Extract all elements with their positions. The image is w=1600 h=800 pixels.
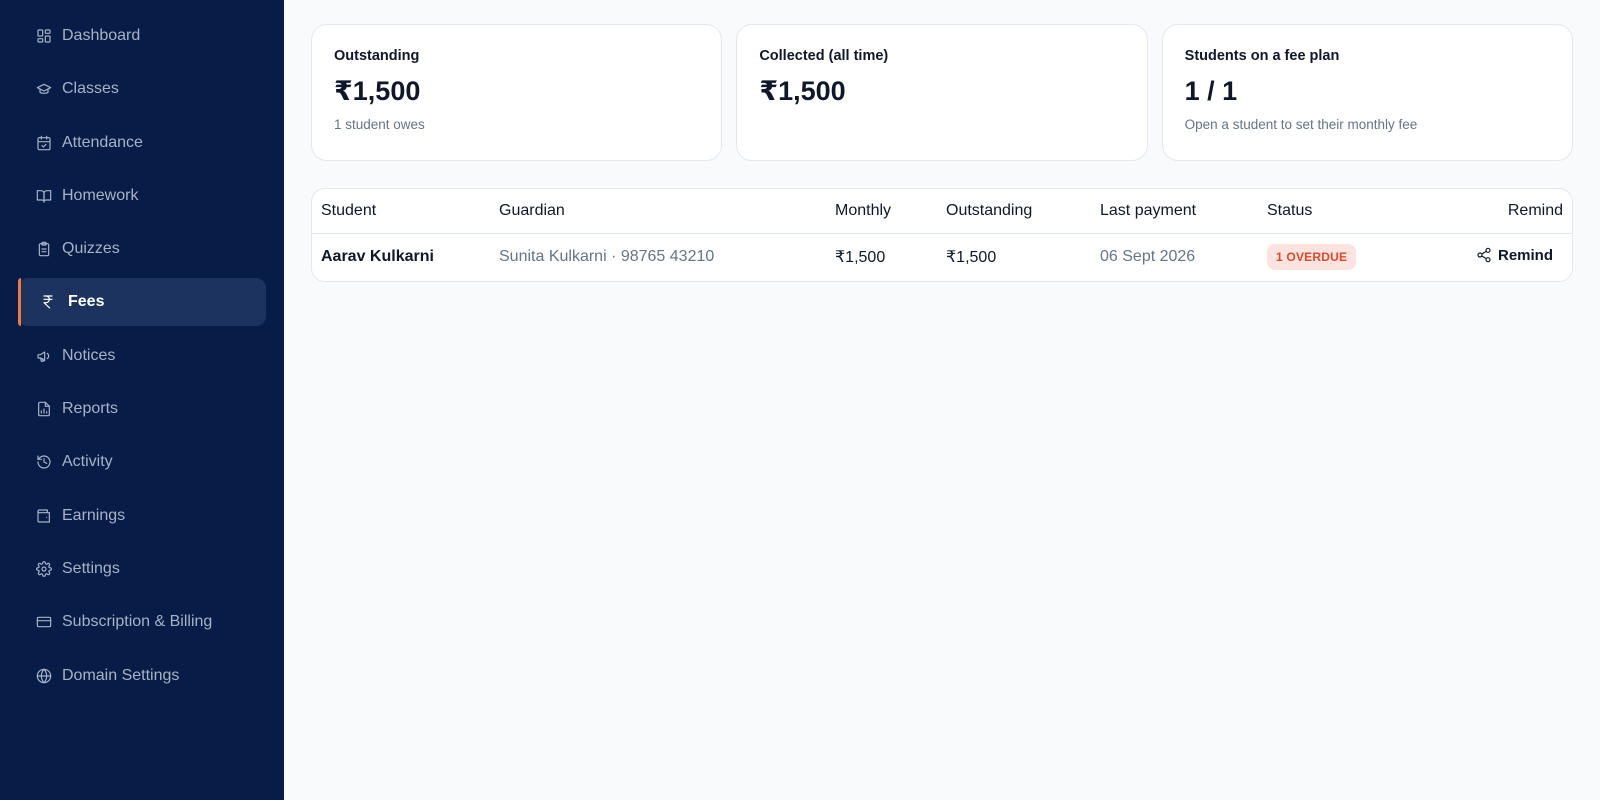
column-header-outstanding: Outstanding [937,189,1091,234]
gear-icon [36,561,52,577]
fee-plan-card: Students on a fee plan 1 / 1 Open a stud… [1161,24,1573,161]
sidebar-item-dashboard[interactable]: Dashboard [18,12,266,60]
credit-card-icon [36,614,52,630]
sidebar-item-label: Dashboard [62,27,141,44]
summary-cards: Outstanding ₹1,500 1 student owes Collec… [311,24,1573,161]
sidebar-item-attendance[interactable]: Attendance [18,119,266,167]
column-header-remind: Remind [1416,189,1572,234]
sidebar-item-settings[interactable]: Settings [18,545,266,593]
monthly-fee: ₹1,500 [835,249,886,267]
sidebar-item-label: Quizzes [62,240,120,258]
card-label: Outstanding [334,48,420,64]
calendar-check-icon [36,135,52,151]
dashboard-icon [36,28,52,44]
fees-table: Student Guardian Monthly Outstanding Las… [312,189,1572,281]
column-header-monthly: Monthly [826,189,937,234]
book-open-icon [36,188,52,204]
wallet-icon [36,508,52,524]
sidebar-item-domain-settings[interactable]: Domain Settings [18,652,266,700]
clipboard-icon [36,241,52,257]
card-label: Students on a fee plan [1184,48,1340,64]
card-value: ₹1,500 [334,76,421,106]
sidebar-item-label: Notices [62,346,116,364]
sidebar-item-homework[interactable]: Homework [18,172,266,220]
sidebar-item-label: Attendance [62,133,143,151]
sidebar-item-notices[interactable]: Notices [18,332,266,380]
status-cell: 1 OVERDUE [1258,233,1417,281]
outstanding-card: Outstanding ₹1,500 1 student owes [311,24,723,161]
status-badge: 1 OVERDUE [1267,244,1357,271]
sidebar-item-label: Fees [68,293,105,311]
sidebar-item-label: Classes [62,80,119,98]
column-header-last-payment: Last payment [1091,189,1258,234]
sidebar-item-activity[interactable]: Activity [18,438,266,486]
card-subtext: 1 student owes [334,117,425,132]
sidebar: Dashboard Classes Attendance Homework Qu… [0,0,284,800]
card-subtext: Open a student to set their monthly fee [1184,117,1418,132]
remind-button[interactable]: Remind [1476,247,1553,264]
sidebar-item-subscription-billing[interactable]: Subscription & Billing [18,598,266,646]
remind-label: Remind [1497,246,1553,264]
sidebar-item-quizzes[interactable]: Quizzes [18,225,266,273]
table-header-row: Student Guardian Monthly Outstanding Las… [312,189,1572,234]
sidebar-item-classes[interactable]: Classes [18,65,266,113]
share-icon [1477,247,1491,263]
collected-card: Collected (all time) ₹1,500 [736,24,1148,161]
sidebar-item-label: Domain Settings [62,666,180,684]
last-payment-date: 06 Sept 2026 [1100,248,1196,266]
globe-icon [36,668,52,684]
megaphone-icon [36,348,52,364]
rupee-icon [40,294,56,310]
report-file-icon [36,401,52,417]
sidebar-item-reports[interactable]: Reports [18,385,266,433]
card-value: ₹1,500 [759,76,846,106]
column-header-status: Status [1258,189,1417,234]
student-name: Aarav Kulkarni [321,248,434,266]
sidebar-item-label: Earnings [62,506,126,524]
sidebar-item-label: Reports [62,400,119,418]
main-content: Outstanding ₹1,500 1 student owes Collec… [284,0,1600,800]
fees-table-container: Student Guardian Monthly Outstanding Las… [311,188,1573,282]
guardian-info: Sunita Kulkarni · 98765 43210 [499,248,715,266]
card-value: 1 / 1 [1184,76,1238,106]
sidebar-item-label: Subscription & Billing [62,613,213,631]
sidebar-item-label: Activity [62,453,113,471]
column-header-guardian: Guardian [490,189,826,234]
table-row: Aarav Kulkarni Sunita Kulkarni · 98765 4… [312,233,1572,281]
column-header-student: Student [312,189,490,234]
graduation-cap-icon [36,81,52,97]
history-icon [36,454,52,470]
sidebar-item-earnings[interactable]: Earnings [18,492,266,540]
card-label: Collected (all time) [759,48,889,64]
sidebar-item-label: Settings [62,559,120,577]
remind-cell: Remind [1417,233,1572,281]
sidebar-item-label: Homework [62,186,139,204]
sidebar-item-fees[interactable]: Fees [18,278,266,327]
outstanding-amount: ₹1,500 [946,249,997,267]
